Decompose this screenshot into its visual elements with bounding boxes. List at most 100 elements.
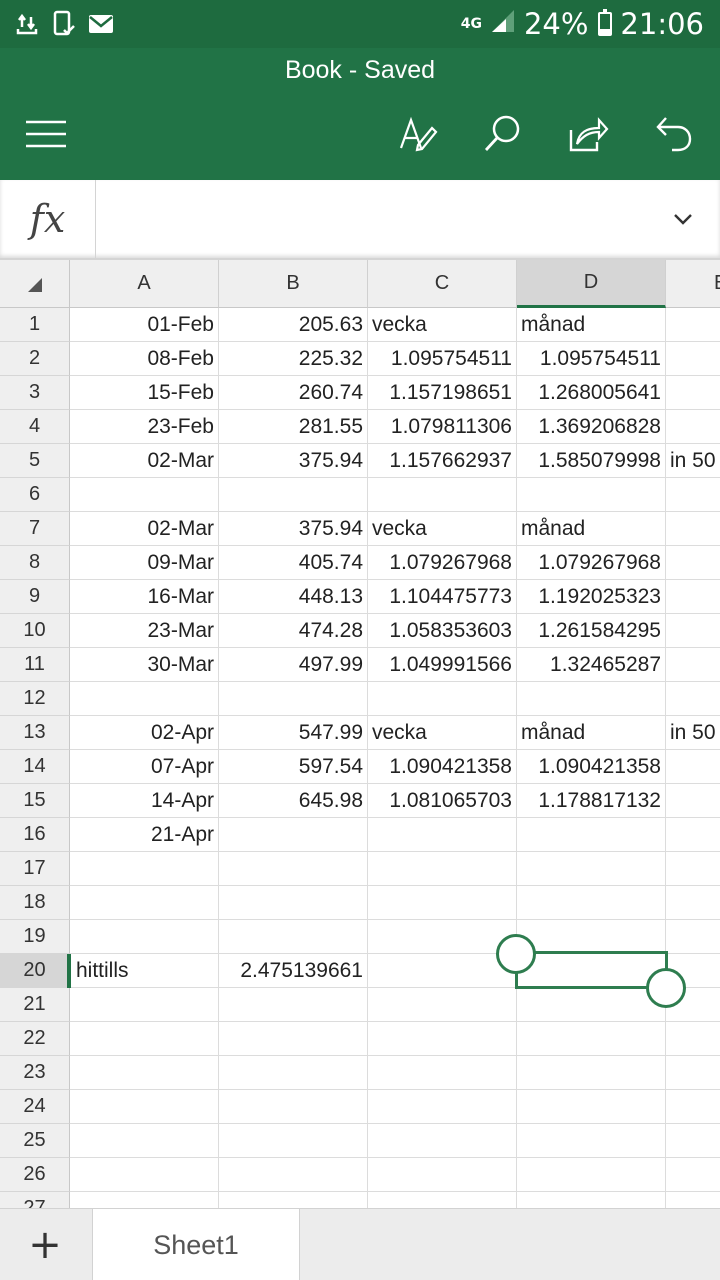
cell-c8[interactable]: 1.079267968 xyxy=(368,546,517,580)
cell-e1[interactable] xyxy=(666,308,720,342)
cell-a12[interactable] xyxy=(70,682,219,716)
cell-a11[interactable]: 30-Mar xyxy=(70,648,219,682)
cell-b7[interactable]: 375.94 xyxy=(219,512,368,546)
undo-button[interactable] xyxy=(650,110,698,158)
cell-a18[interactable] xyxy=(70,886,219,920)
cell-a6[interactable] xyxy=(70,478,219,512)
cell-a7[interactable]: 02-Mar xyxy=(70,512,219,546)
cell-d17[interactable] xyxy=(517,852,666,886)
cell-d19[interactable] xyxy=(517,920,666,954)
cell-c1[interactable]: vecka xyxy=(368,308,517,342)
cell-c25[interactable] xyxy=(368,1124,517,1158)
row-header-10[interactable]: 10 xyxy=(0,614,70,648)
cell-b14[interactable]: 597.54 xyxy=(219,750,368,784)
row-header-12[interactable]: 12 xyxy=(0,682,70,716)
add-sheet-button[interactable]: + xyxy=(0,1209,90,1280)
cell-c13[interactable]: vecka xyxy=(368,716,517,750)
cell-b10[interactable]: 474.28 xyxy=(219,614,368,648)
column-header-d[interactable]: D xyxy=(517,260,666,308)
cell-e27[interactable] xyxy=(666,1192,720,1208)
cell-d22[interactable] xyxy=(517,1022,666,1056)
cell-b26[interactable] xyxy=(219,1158,368,1192)
cell-d14[interactable]: 1.090421358 xyxy=(517,750,666,784)
row-header-14[interactable]: 14 xyxy=(0,750,70,784)
cell-b17[interactable] xyxy=(219,852,368,886)
cell-d23[interactable] xyxy=(517,1056,666,1090)
cell-c18[interactable] xyxy=(368,886,517,920)
cell-b16[interactable] xyxy=(219,818,368,852)
row-header-23[interactable]: 23 xyxy=(0,1056,70,1090)
cell-a26[interactable] xyxy=(70,1158,219,1192)
row-header-25[interactable]: 25 xyxy=(0,1124,70,1158)
cell-c12[interactable] xyxy=(368,682,517,716)
cell-e17[interactable] xyxy=(666,852,720,886)
share-button[interactable] xyxy=(564,110,612,158)
row-header-24[interactable]: 24 xyxy=(0,1090,70,1124)
cell-a9[interactable]: 16-Mar xyxy=(70,580,219,614)
cell-d8[interactable]: 1.079267968 xyxy=(517,546,666,580)
cell-c22[interactable] xyxy=(368,1022,517,1056)
cell-c20[interactable] xyxy=(368,954,517,988)
cell-a16[interactable]: 21-Apr xyxy=(70,818,219,852)
cell-d10[interactable]: 1.261584295 xyxy=(517,614,666,648)
row-header-19[interactable]: 19 xyxy=(0,920,70,954)
cell-a27[interactable] xyxy=(70,1192,219,1208)
cell-e23[interactable] xyxy=(666,1056,720,1090)
cell-c24[interactable] xyxy=(368,1090,517,1124)
cell-c26[interactable] xyxy=(368,1158,517,1192)
row-header-11[interactable]: 11 xyxy=(0,648,70,682)
cell-b1[interactable]: 205.63 xyxy=(219,308,368,342)
cell-d11[interactable]: 1.32465287 xyxy=(517,648,666,682)
cell-e16[interactable] xyxy=(666,818,720,852)
cell-b24[interactable] xyxy=(219,1090,368,1124)
cell-c10[interactable]: 1.058353603 xyxy=(368,614,517,648)
row-header-2[interactable]: 2 xyxy=(0,342,70,376)
cell-a10[interactable]: 23-Mar xyxy=(70,614,219,648)
cell-a15[interactable]: 14-Apr xyxy=(70,784,219,818)
cell-selection-box[interactable] xyxy=(515,951,668,989)
cell-e2[interactable] xyxy=(666,342,720,376)
cell-a4[interactable]: 23-Feb xyxy=(70,410,219,444)
row-header-15[interactable]: 15 xyxy=(0,784,70,818)
cell-a5[interactable]: 02-Mar xyxy=(70,444,219,478)
cell-a19[interactable] xyxy=(70,920,219,954)
cell-e22[interactable] xyxy=(666,1022,720,1056)
row-header-22[interactable]: 22 xyxy=(0,1022,70,1056)
cell-a25[interactable] xyxy=(70,1124,219,1158)
cell-e7[interactable] xyxy=(666,512,720,546)
cell-a13[interactable]: 02-Apr xyxy=(70,716,219,750)
fx-icon[interactable]: fx xyxy=(0,180,96,258)
cell-b6[interactable] xyxy=(219,478,368,512)
row-header-17[interactable]: 17 xyxy=(0,852,70,886)
cell-e5[interactable]: in 50 xyxy=(666,444,720,478)
cell-a21[interactable] xyxy=(70,988,219,1022)
cell-b3[interactable]: 260.74 xyxy=(219,376,368,410)
cell-c21[interactable] xyxy=(368,988,517,1022)
row-header-3[interactable]: 3 xyxy=(0,376,70,410)
cell-c17[interactable] xyxy=(368,852,517,886)
sheet-tab[interactable]: Sheet1 xyxy=(92,1209,300,1280)
cell-e9[interactable] xyxy=(666,580,720,614)
row-header-8[interactable]: 8 xyxy=(0,546,70,580)
cell-b22[interactable] xyxy=(219,1022,368,1056)
cell-a23[interactable] xyxy=(70,1056,219,1090)
cell-e3[interactable] xyxy=(666,376,720,410)
formula-input[interactable] xyxy=(96,180,660,258)
cell-d9[interactable]: 1.192025323 xyxy=(517,580,666,614)
cell-c15[interactable]: 1.081065703 xyxy=(368,784,517,818)
cell-c14[interactable]: 1.090421358 xyxy=(368,750,517,784)
cell-a8[interactable]: 09-Mar xyxy=(70,546,219,580)
cell-b21[interactable] xyxy=(219,988,368,1022)
row-header-18[interactable]: 18 xyxy=(0,886,70,920)
cell-b2[interactable]: 225.32 xyxy=(219,342,368,376)
draw-button[interactable] xyxy=(394,110,442,158)
row-header-9[interactable]: 9 xyxy=(0,580,70,614)
cell-b27[interactable] xyxy=(219,1192,368,1208)
column-header-c[interactable]: C xyxy=(368,260,517,308)
cell-a1[interactable]: 01-Feb xyxy=(70,308,219,342)
cell-d24[interactable] xyxy=(517,1090,666,1124)
spreadsheet-grid[interactable]: ABCDE101-Feb205.63veckamånad208-Feb225.3… xyxy=(0,260,720,1208)
column-header-a[interactable]: A xyxy=(70,260,219,308)
cell-c6[interactable] xyxy=(368,478,517,512)
cell-b23[interactable] xyxy=(219,1056,368,1090)
